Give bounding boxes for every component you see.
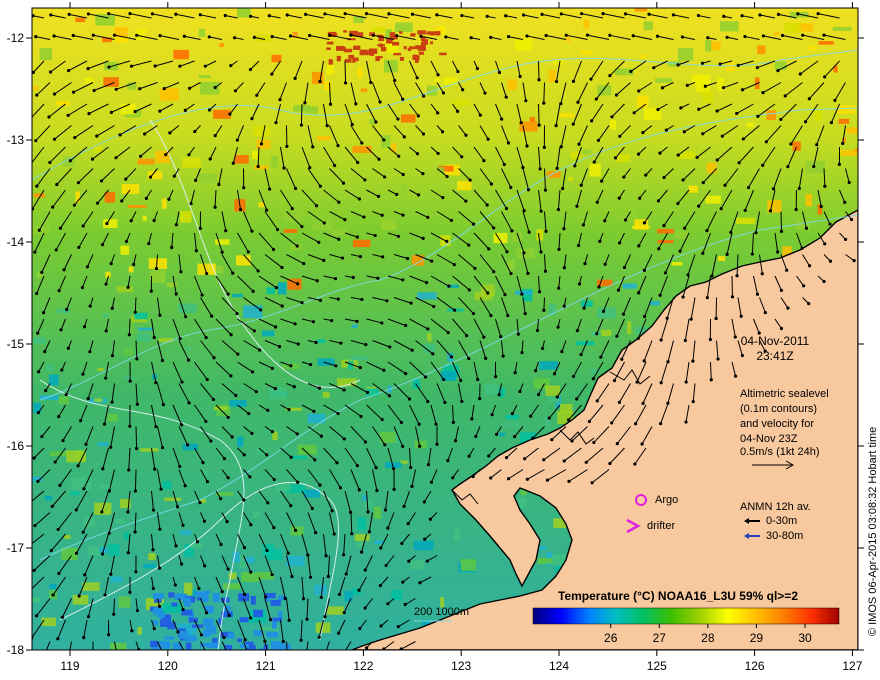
colorbar-title: Temperature (°C) NOAA16_L3U 59% ql>=2	[558, 589, 798, 603]
lat-tick-label: -15	[7, 337, 25, 351]
altimetry-line-1: Altimetric sealevel	[740, 388, 829, 400]
lon-tick-label: 120	[158, 659, 178, 673]
altimetry-line-4: 04-Nov 23Z	[740, 433, 798, 445]
lon-tick-label: 127	[842, 659, 862, 673]
lon-tick-label: 121	[256, 659, 276, 673]
drifter-label: drifter	[647, 520, 675, 532]
date-label: 04-Nov-2011	[741, 334, 810, 348]
lat-tick-label: -16	[7, 439, 25, 453]
time-label: 23:41Z	[756, 349, 793, 363]
lon-tick-label: 119	[60, 659, 79, 673]
anmn-shallow-label: 0-30m	[766, 515, 797, 527]
anmn-deep-label: 30-80m	[766, 530, 803, 542]
colorbar-tick-label: 29	[750, 631, 764, 645]
lat-tick-label: -17	[7, 541, 25, 555]
lon-tick-label: 125	[647, 659, 667, 673]
colorbar-ramp	[532, 607, 840, 625]
lon-tick-label: 122	[353, 659, 373, 673]
colorbar-tick-label: 30	[798, 631, 812, 645]
sst-map: 119 120 121 122 123 124 125 126 127 -12 -13 -14 -15 -…	[7, 2, 879, 673]
lon-tick-label: 124	[549, 659, 569, 673]
lat-tick-label: -13	[7, 133, 25, 147]
credit-label: © IMOS 06-Apr-2015 03:08:32 Hobart time	[867, 427, 879, 636]
bathy-label: 200 1000m	[414, 606, 469, 618]
argo-label: Argo	[655, 494, 678, 506]
lon-tick-label: 126	[745, 659, 765, 673]
colorbar-tick-label: 28	[701, 631, 715, 645]
altimetry-line-2: (0.1m contours)	[740, 403, 817, 415]
lat-tick-label: -12	[7, 31, 25, 45]
lat-tick-label: -14	[7, 235, 25, 249]
altimetry-line-3: and velocity for	[740, 418, 814, 430]
anmn-title: ANMN 12h av.	[740, 501, 811, 513]
lon-tick-label: 123	[451, 659, 471, 673]
colorbar-tick-label: 26	[604, 631, 618, 645]
colorbar-tick-label: 27	[653, 631, 667, 645]
lat-tick-label: -18	[7, 643, 25, 657]
altimetry-line-5: 0.5m/s (1kt 24h)	[740, 446, 819, 458]
